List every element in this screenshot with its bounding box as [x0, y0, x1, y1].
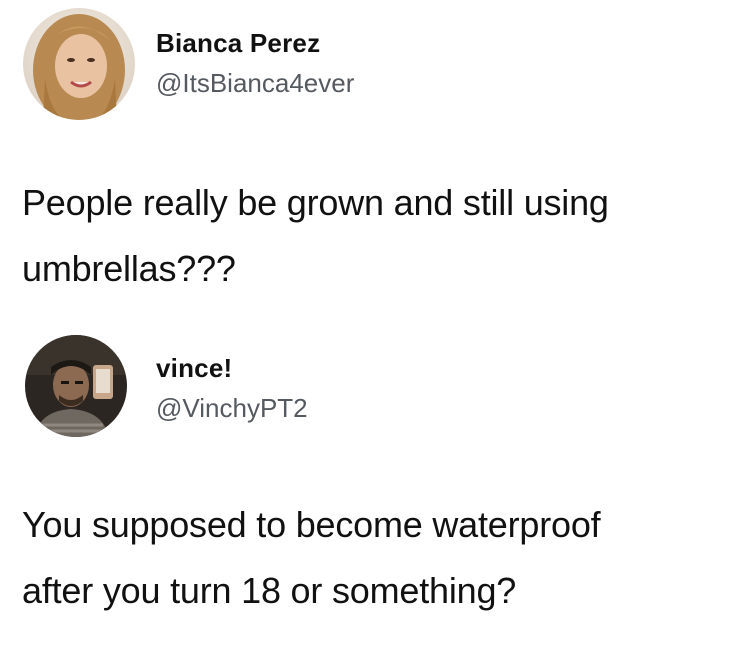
user-handle[interactable]: @ItsBianca4ever [156, 68, 354, 99]
tweet-text-line: People really be grown and still using [22, 182, 609, 223]
display-name[interactable]: vince! [156, 353, 232, 384]
avatar[interactable] [25, 335, 127, 437]
user-avatar-photo-icon [25, 335, 127, 437]
user-handle[interactable]: @VinchyPT2 [156, 393, 308, 424]
user-avatar-photo-icon [23, 8, 135, 120]
display-name[interactable]: Bianca Perez [156, 28, 320, 59]
tweet-text: People really be grown and still using u… [22, 170, 747, 302]
tweet-text-line: You supposed to become waterproof [22, 504, 601, 545]
tweet-text-line: after you turn 18 or something? [22, 570, 517, 611]
avatar[interactable] [23, 8, 135, 120]
tweet-text-line: umbrellas??? [22, 248, 236, 289]
tweet-text: You supposed to become waterproof after … [22, 492, 747, 624]
